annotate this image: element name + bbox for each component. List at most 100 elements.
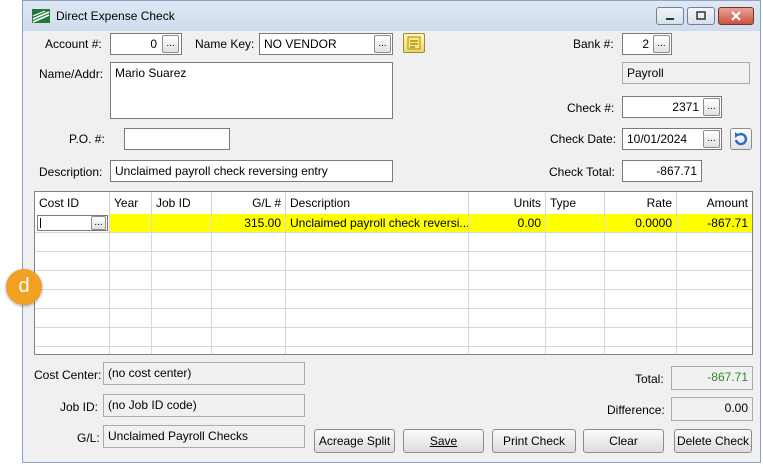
empty-cell[interactable] (546, 271, 605, 289)
description-input[interactable]: Unclaimed payroll check reversing entry (110, 160, 393, 182)
empty-cell[interactable] (469, 271, 546, 289)
empty-table-row[interactable] (35, 233, 752, 252)
empty-cell[interactable] (605, 328, 677, 346)
empty-cell[interactable] (605, 252, 677, 270)
column-header-units[interactable]: Units (469, 192, 546, 214)
column-header-amount[interactable]: Amount (677, 192, 752, 214)
empty-cell[interactable] (677, 290, 752, 308)
units-cell[interactable]: 0.00 (469, 214, 546, 232)
check-total-input[interactable]: -867.71 (622, 160, 702, 182)
empty-cell[interactable] (286, 290, 469, 308)
empty-cell[interactable] (677, 271, 752, 289)
empty-cell[interactable] (605, 347, 677, 354)
column-header-rate[interactable]: Rate (605, 192, 677, 214)
empty-cell[interactable] (605, 233, 677, 251)
empty-cell[interactable] (677, 328, 752, 346)
notes-button[interactable] (403, 33, 425, 53)
empty-cell[interactable] (286, 252, 469, 270)
empty-cell[interactable] (546, 233, 605, 251)
empty-cell[interactable] (469, 347, 546, 354)
column-header-cost-id[interactable]: Cost ID (35, 192, 110, 214)
name-key-input[interactable]: NO VENDOR (259, 33, 393, 55)
check-date-picker-button[interactable]: ... (703, 130, 720, 148)
job-id-cell[interactable] (152, 214, 212, 232)
empty-cell[interactable] (605, 290, 677, 308)
empty-cell[interactable] (152, 347, 212, 354)
empty-cell[interactable] (286, 309, 469, 327)
empty-cell[interactable] (110, 347, 152, 354)
name-address-textarea[interactable]: Mario Suarez (110, 62, 393, 119)
empty-cell[interactable] (212, 271, 286, 289)
empty-cell[interactable] (110, 290, 152, 308)
close-button[interactable] (718, 7, 754, 25)
acreage-split-button[interactable]: Acreage Split (314, 429, 395, 453)
empty-cell[interactable] (35, 252, 110, 270)
empty-cell[interactable] (677, 233, 752, 251)
column-header-year[interactable]: Year (110, 192, 152, 214)
empty-cell[interactable] (469, 290, 546, 308)
bank-lookup-button[interactable]: ... (653, 35, 670, 53)
empty-cell[interactable] (546, 309, 605, 327)
name-key-lookup-button[interactable]: ... (374, 35, 391, 53)
empty-table-row[interactable] (35, 271, 752, 290)
empty-cell[interactable] (152, 290, 212, 308)
empty-cell[interactable] (212, 233, 286, 251)
empty-cell[interactable] (546, 252, 605, 270)
empty-table-row[interactable] (35, 347, 752, 354)
empty-cell[interactable] (469, 233, 546, 251)
empty-cell[interactable] (677, 347, 752, 354)
column-header-description[interactable]: Description (286, 192, 469, 214)
empty-cell[interactable] (152, 252, 212, 270)
column-header-gl[interactable]: G/L # (212, 192, 286, 214)
empty-cell[interactable] (110, 271, 152, 289)
table-row[interactable]: ... 315.00 Unclaimed payroll check rever… (35, 214, 752, 233)
gl-cell[interactable]: 315.00 (212, 214, 286, 232)
clear-button[interactable]: Clear (583, 429, 664, 453)
account-lookup-button[interactable]: ... (162, 35, 179, 53)
description-cell[interactable]: Unclaimed payroll check reversi... (286, 214, 469, 232)
empty-cell[interactable] (110, 252, 152, 270)
empty-cell[interactable] (469, 309, 546, 327)
empty-cell[interactable] (469, 252, 546, 270)
refresh-date-button[interactable] (730, 128, 752, 150)
empty-cell[interactable] (677, 309, 752, 327)
column-header-job-id[interactable]: Job ID (152, 192, 212, 214)
empty-table-row[interactable] (35, 309, 752, 328)
empty-cell[interactable] (605, 309, 677, 327)
empty-cell[interactable] (605, 271, 677, 289)
empty-cell[interactable] (546, 290, 605, 308)
empty-cell[interactable] (35, 271, 110, 289)
empty-cell[interactable] (152, 271, 212, 289)
empty-cell[interactable] (152, 233, 212, 251)
empty-cell[interactable] (35, 328, 110, 346)
empty-cell[interactable] (546, 347, 605, 354)
empty-table-row[interactable] (35, 252, 752, 271)
empty-cell[interactable] (110, 233, 152, 251)
empty-table-row[interactable] (35, 290, 752, 309)
empty-cell[interactable] (35, 309, 110, 327)
empty-cell[interactable] (152, 328, 212, 346)
empty-cell[interactable] (35, 233, 110, 251)
cost-id-lookup-button[interactable]: ... (91, 216, 106, 230)
empty-cell[interactable] (212, 328, 286, 346)
empty-cell[interactable] (110, 328, 152, 346)
empty-cell[interactable] (35, 347, 110, 354)
save-button[interactable]: Save (403, 429, 484, 453)
year-cell[interactable] (110, 214, 152, 232)
empty-cell[interactable] (286, 347, 469, 354)
rate-cell[interactable]: 0.0000 (605, 214, 677, 232)
restore-button[interactable] (687, 7, 715, 25)
empty-cell[interactable] (286, 271, 469, 289)
type-cell[interactable] (546, 214, 605, 232)
print-check-button[interactable]: Print Check (492, 429, 576, 453)
check-number-lookup-button[interactable]: ... (703, 98, 720, 116)
empty-table-row[interactable] (35, 328, 752, 347)
empty-cell[interactable] (212, 309, 286, 327)
amount-cell[interactable]: -867.71 (677, 214, 752, 232)
empty-cell[interactable] (212, 347, 286, 354)
delete-check-button[interactable]: Delete Check (674, 429, 752, 453)
minimize-button[interactable] (656, 7, 684, 25)
empty-cell[interactable] (110, 309, 152, 327)
empty-cell[interactable] (152, 309, 212, 327)
column-header-type[interactable]: Type (546, 192, 605, 214)
